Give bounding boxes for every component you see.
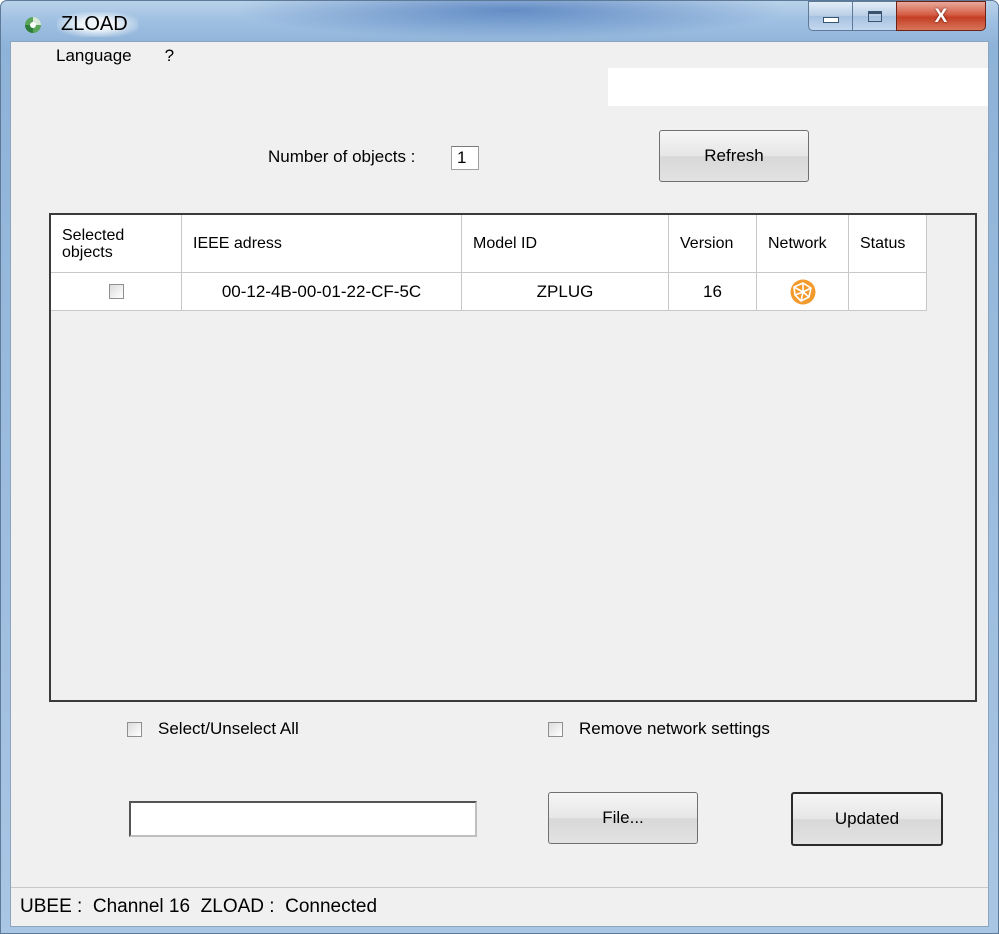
- remove-network-label: Remove network settings: [579, 719, 770, 738]
- file-path-input[interactable]: [129, 801, 477, 837]
- maximize-icon: [867, 10, 882, 22]
- minimize-icon: [822, 17, 839, 23]
- table-row[interactable]: 00-12-4B-00-01-22-CF-5C ZPLUG 16: [51, 273, 927, 311]
- menu-filler: [608, 68, 988, 106]
- title-bar[interactable]: ZLOAD X: [1, 1, 998, 41]
- file-button[interactable]: File...: [548, 792, 698, 844]
- app-icon: [25, 17, 41, 33]
- remove-network-option[interactable]: Remove network settings: [548, 719, 770, 739]
- column-header-network[interactable]: Network: [757, 215, 849, 273]
- menu-language[interactable]: Language: [56, 42, 132, 68]
- column-header-ieee[interactable]: IEEE adress: [182, 215, 462, 273]
- ieee-address-cell: 00-12-4B-00-01-22-CF-5C: [182, 273, 462, 311]
- version-cell: 16: [669, 273, 757, 311]
- window-title: ZLOAD: [57, 12, 138, 37]
- update-button[interactable]: Updated: [791, 792, 943, 846]
- zload-window: ZLOAD X Language ? Number of objects : 1…: [0, 0, 999, 934]
- close-button[interactable]: X: [896, 1, 986, 31]
- menu-help[interactable]: ?: [165, 42, 174, 68]
- remove-network-checkbox[interactable]: [548, 721, 563, 737]
- status-bar: UBEE : Channel 16 ZLOAD : Connected: [11, 887, 988, 926]
- zigbee-network-icon: [790, 279, 815, 304]
- ubee-label: UBEE :: [20, 896, 83, 917]
- object-count-label: Number of objects :: [268, 147, 416, 166]
- select-all-option[interactable]: Select/Unselect All: [127, 719, 299, 739]
- model-id-cell: ZPLUG: [462, 273, 669, 311]
- objects-table: Selected objects IEEE adress Model ID Ve…: [49, 213, 977, 702]
- maximize-button[interactable]: [852, 1, 897, 31]
- refresh-button[interactable]: Refresh: [659, 130, 809, 182]
- select-all-checkbox[interactable]: [127, 721, 142, 737]
- column-header-status[interactable]: Status: [849, 215, 927, 273]
- zload-label: ZLOAD :: [200, 896, 275, 917]
- column-header-selected[interactable]: Selected objects: [51, 215, 182, 273]
- object-count-value: 1: [451, 146, 479, 170]
- row-select-cell: [51, 273, 182, 311]
- column-header-model[interactable]: Model ID: [462, 215, 669, 273]
- minimize-button[interactable]: [808, 1, 853, 31]
- network-cell: [757, 273, 849, 311]
- status-cell: [849, 273, 927, 311]
- menu-bar: Language ?: [11, 42, 988, 68]
- row-select-checkbox[interactable]: [108, 284, 124, 299]
- close-icon: X: [934, 5, 948, 27]
- select-all-label: Select/Unselect All: [158, 719, 299, 738]
- channel-status: Channel 16: [92, 896, 191, 917]
- connection-status: Connected: [285, 896, 378, 917]
- client-area: Language ? Number of objects : 1 Refresh…: [10, 41, 989, 927]
- table-header: Selected objects IEEE adress Model ID Ve…: [51, 215, 927, 273]
- column-header-version[interactable]: Version: [669, 215, 757, 273]
